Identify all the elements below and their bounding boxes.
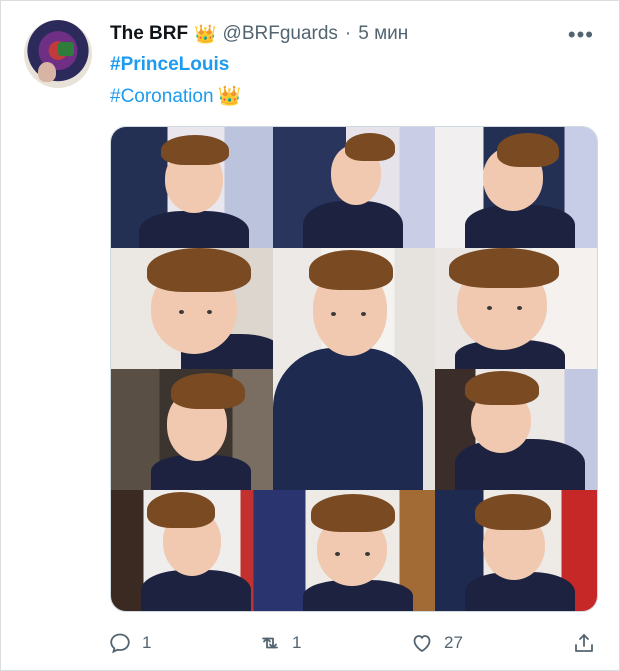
author-name[interactable]: The BRF [110,23,188,45]
hashtag-princelouis[interactable]: #PrinceLouis [110,54,229,76]
crown-icon: 👑 [217,86,242,107]
photo-5[interactable] [273,248,435,490]
reply-count: 1 [142,633,152,652]
crown-icon: 👑 [194,23,217,44]
share-button[interactable] [572,628,596,658]
retweet-button[interactable]: 1 [258,628,301,658]
photo-4[interactable] [111,248,273,369]
photo-6[interactable] [435,248,597,369]
tweet-header: The BRF 👑 @BRFguards · 5 мин [110,20,408,48]
photo-1[interactable] [111,127,273,248]
tweet-actions: 1 1 27 [108,628,598,658]
photo-8[interactable] [435,369,597,490]
avatar-emblem [58,42,74,56]
reply-button[interactable]: 1 [108,628,151,658]
reply-icon [110,633,130,654]
like-button[interactable]: 27 [410,628,463,658]
like-count: 27 [444,633,463,652]
retweet-icon [262,637,278,649]
avatar[interactable] [24,20,92,88]
more-horizontal-icon[interactable]: ••• [568,22,594,48]
tweet-time[interactable]: 5 мин [358,23,408,45]
photo-3[interactable] [435,127,597,248]
photo-10[interactable] [273,490,435,611]
separator-dot: · [344,23,352,44]
avatar-face [38,62,56,82]
photo-9[interactable] [111,490,273,611]
hashtag-coronation-text[interactable]: #Coronation [110,86,214,107]
media-collage[interactable] [110,126,598,612]
photo-2[interactable] [273,127,435,248]
retweet-count: 1 [292,633,302,652]
heart-icon [413,635,431,653]
share-icon [575,634,593,652]
photo-7[interactable] [111,369,273,490]
hashtag-coronation[interactable]: #Coronation 👑 [110,84,241,108]
photo-11[interactable] [435,490,597,611]
author-handle[interactable]: @BRFguards [223,23,338,45]
